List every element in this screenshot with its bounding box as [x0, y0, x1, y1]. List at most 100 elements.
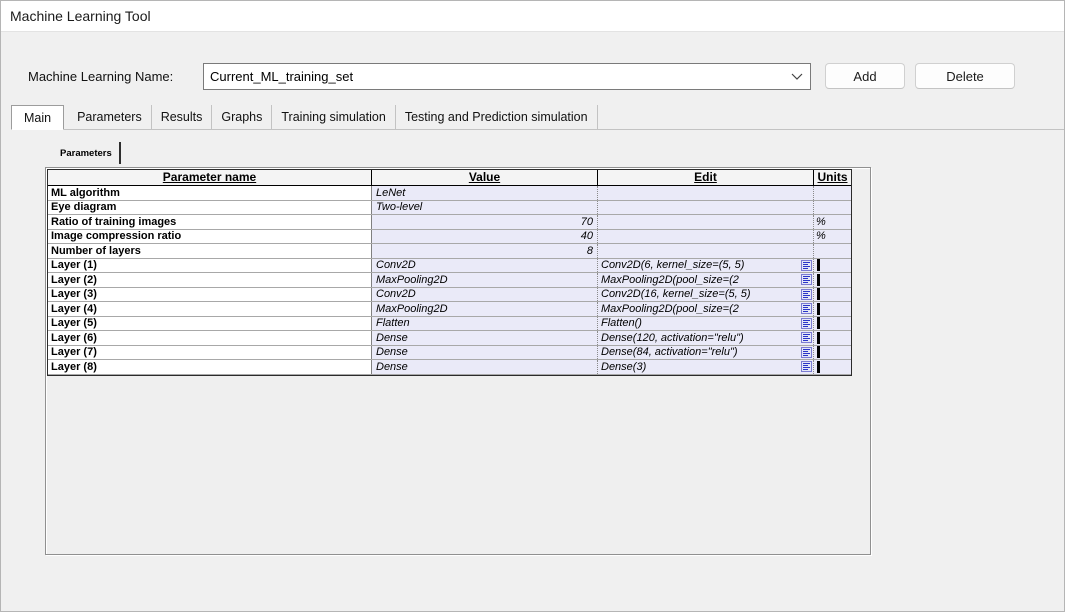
param-name-cell: Ratio of training images	[48, 215, 371, 229]
column-header-edit: Edit	[597, 170, 813, 185]
value-cell[interactable]: Dense	[371, 346, 597, 360]
edit-cell-text: MaxPooling2D(pool_size=(2	[601, 303, 801, 316]
table-row: Image compression ratio40%	[48, 230, 851, 245]
units-cell[interactable]	[813, 259, 851, 273]
param-name-cell: Layer (1)	[48, 259, 371, 273]
edit-cell[interactable]	[597, 230, 813, 244]
edit-cell-text: Conv2D(16, kernel_size=(5, 5)	[601, 288, 801, 301]
edit-cell-text: Dense(120, activation="relu")	[601, 332, 801, 345]
list-editor-icon[interactable]	[801, 303, 812, 314]
units-cell[interactable]: %	[813, 215, 851, 229]
column-header-units: Units	[813, 170, 851, 185]
edit-cell[interactable]: MaxPooling2D(pool_size=(2	[597, 302, 813, 316]
value-cell[interactable]: Flatten	[371, 317, 597, 331]
text-caret	[817, 346, 820, 358]
edit-cell[interactable]: Dense(3)	[597, 360, 813, 374]
window-title: Machine Learning Tool	[1, 8, 151, 24]
tab-training-simulation[interactable]: Training simulation	[272, 105, 395, 129]
delete-button[interactable]: Delete	[915, 63, 1015, 89]
value-cell[interactable]: MaxPooling2D	[371, 273, 597, 287]
edit-cell[interactable]	[597, 201, 813, 215]
param-name-cell: Layer (5)	[48, 317, 371, 331]
text-caret	[817, 332, 820, 344]
text-caret	[817, 288, 820, 300]
units-cell[interactable]	[813, 244, 851, 258]
list-editor-icon[interactable]	[801, 347, 812, 358]
list-editor-icon[interactable]	[801, 318, 812, 329]
list-editor-icon[interactable]	[801, 332, 812, 343]
list-editor-icon[interactable]	[801, 289, 812, 300]
value-cell[interactable]: Two-level	[371, 201, 597, 215]
edit-cell[interactable]	[597, 186, 813, 200]
table-header-row: Parameter name Value Edit Units	[48, 170, 851, 186]
param-name-cell: Layer (8)	[48, 360, 371, 374]
param-name-cell: Image compression ratio	[48, 230, 371, 244]
units-cell[interactable]	[813, 288, 851, 302]
table-row: Layer (8)Dense Dense(3)	[48, 360, 851, 375]
param-name-cell: Layer (3)	[48, 288, 371, 302]
tab-testing-prediction-simulation[interactable]: Testing and Prediction simulation	[396, 105, 598, 129]
table-row: Layer (1)Conv2D Conv2D(6, kernel_size=(5,…	[48, 259, 851, 274]
text-caret	[817, 274, 820, 286]
param-name-cell: Layer (7)	[48, 346, 371, 360]
ml-name-label: Machine Learning Name:	[28, 69, 173, 84]
value-cell[interactable]: 40	[371, 230, 597, 244]
table-row: Ratio of training images70%	[48, 215, 851, 230]
edit-cell[interactable]: Conv2D(16, kernel_size=(5, 5)	[597, 288, 813, 302]
edit-cell-text: Conv2D(6, kernel_size=(5, 5)	[601, 259, 801, 272]
units-cell[interactable]	[813, 186, 851, 200]
edit-cell[interactable]: Conv2D(6, kernel_size=(5, 5)	[597, 259, 813, 273]
edit-cell-text: MaxPooling2D(pool_size=(2	[601, 274, 801, 287]
param-name-cell: Layer (4)	[48, 302, 371, 316]
tab-graphs[interactable]: Graphs	[212, 105, 272, 129]
edit-cell[interactable]: Flatten()	[597, 317, 813, 331]
units-cell[interactable]	[813, 317, 851, 331]
value-cell[interactable]: MaxPooling2D	[371, 302, 597, 316]
subtab-parameters[interactable]: Parameters	[56, 142, 121, 164]
units-cell[interactable]	[813, 201, 851, 215]
table-row: Layer (7)Dense Dense(84, activation="relu…	[48, 346, 851, 361]
param-name-cell: Layer (6)	[48, 331, 371, 345]
tab-main[interactable]: Main	[11, 105, 64, 130]
edit-cell-text: Flatten()	[601, 317, 801, 330]
units-cell[interactable]	[813, 360, 851, 374]
value-cell[interactable]: 70	[371, 215, 597, 229]
text-caret	[817, 317, 820, 329]
units-cell[interactable]	[813, 346, 851, 360]
edit-cell-text: Dense(84, activation="relu")	[601, 346, 801, 359]
param-name-cell: ML algorithm	[48, 186, 371, 200]
edit-cell[interactable]: Dense(84, activation="relu")	[597, 346, 813, 360]
text-caret	[817, 303, 820, 315]
table-row: Number of layers8	[48, 244, 851, 259]
units-cell[interactable]	[813, 302, 851, 316]
value-cell[interactable]: Conv2D	[371, 288, 597, 302]
value-cell[interactable]: Dense	[371, 360, 597, 374]
edit-cell[interactable]	[597, 215, 813, 229]
units-cell[interactable]	[813, 273, 851, 287]
edit-cell-text: Dense(3)	[601, 361, 801, 374]
add-button[interactable]: Add	[825, 63, 905, 89]
edit-cell[interactable]	[597, 244, 813, 258]
units-cell[interactable]	[813, 331, 851, 345]
units-cell[interactable]: %	[813, 230, 851, 244]
table-row: Layer (3)Conv2D Conv2D(16, kernel_size=(5…	[48, 288, 851, 303]
value-cell[interactable]: LeNet	[371, 186, 597, 200]
value-cell[interactable]: Dense	[371, 331, 597, 345]
chevron-down-icon[interactable]	[784, 73, 810, 80]
list-editor-icon[interactable]	[801, 274, 812, 285]
edit-cell[interactable]: Dense(120, activation="relu")	[597, 331, 813, 345]
ml-name-combobox[interactable]: Current_ML_training_set	[203, 63, 811, 90]
value-cell[interactable]: 8	[371, 244, 597, 258]
param-name-cell: Layer (2)	[48, 273, 371, 287]
value-cell[interactable]: Conv2D	[371, 259, 597, 273]
main-tab-strip: Main Parameters Results Graphs Training …	[11, 105, 1064, 130]
parameters-table: Parameter name Value Edit Units ML algor…	[47, 169, 852, 376]
table-row: Eye diagramTwo-level	[48, 201, 851, 216]
edit-cell[interactable]: MaxPooling2D(pool_size=(2	[597, 273, 813, 287]
tab-parameters[interactable]: Parameters	[68, 105, 152, 129]
list-editor-icon[interactable]	[801, 361, 812, 372]
tab-results[interactable]: Results	[152, 105, 213, 129]
table-row: Layer (6)Dense Dense(120, activation="rel…	[48, 331, 851, 346]
column-header-parameter-name: Parameter name	[48, 170, 371, 185]
list-editor-icon[interactable]	[801, 260, 812, 271]
